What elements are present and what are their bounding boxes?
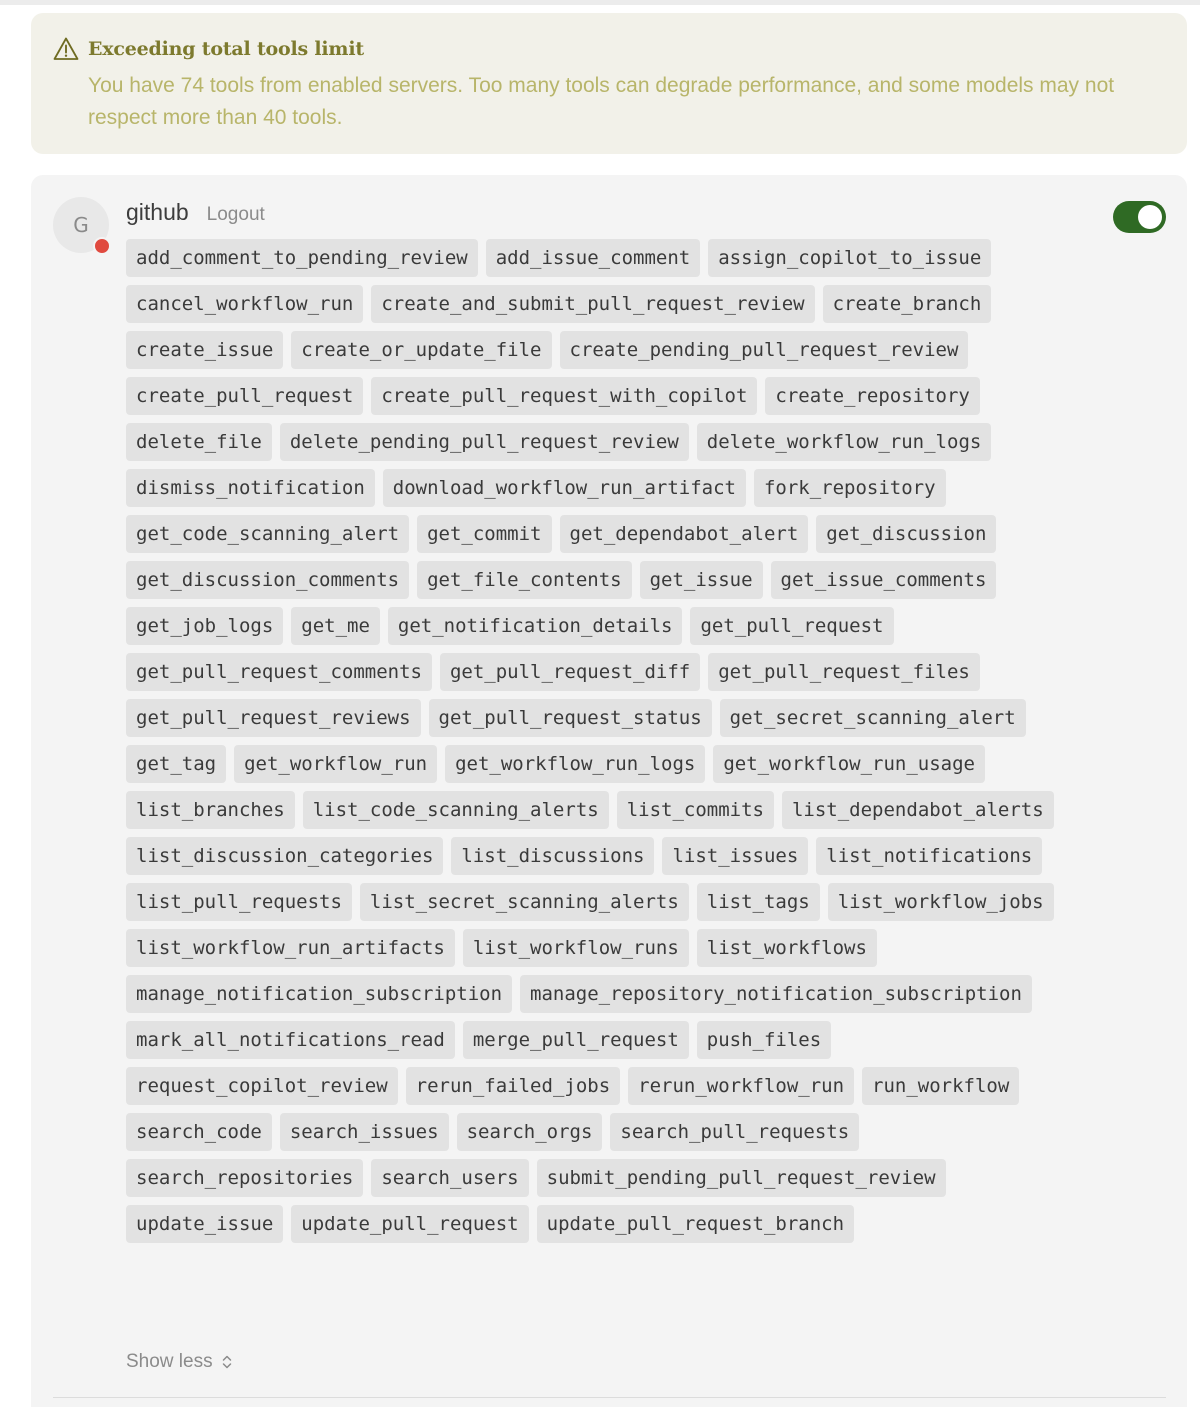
- tool-chip: get_issue_comments: [770, 561, 997, 599]
- tool-chip: update_pull_request_branch: [536, 1205, 855, 1243]
- tool-chip: get_tag: [126, 745, 227, 783]
- tool-chip: get_job_logs: [126, 607, 284, 645]
- tool-chip: update_issue: [126, 1205, 284, 1243]
- tool-chip: get_pull_request_comments: [126, 653, 432, 691]
- tool-chip: manage_notification_subscription: [126, 975, 513, 1013]
- tool-chip: search_issues: [279, 1113, 449, 1151]
- tool-chip: assign_copilot_to_issue: [708, 239, 992, 277]
- show-less-button[interactable]: Show less: [126, 1351, 233, 1373]
- tool-chip: merge_pull_request: [462, 1021, 689, 1059]
- tool-chip: get_pull_request_reviews: [126, 699, 421, 737]
- tool-chip: dismiss_notification: [126, 469, 375, 507]
- tool-chip: request_copilot_review: [126, 1067, 398, 1105]
- tool-chip: get_workflow_run: [234, 745, 438, 783]
- tool-chip: update_pull_request: [291, 1205, 529, 1243]
- tool-chip: get_workflow_run_usage: [713, 745, 985, 783]
- tool-chip: get_pull_request: [690, 607, 894, 645]
- tool-chip: search_repositories: [126, 1159, 364, 1197]
- tool-chip: get_me: [291, 607, 380, 645]
- tool-chip: run_workflow: [862, 1067, 1020, 1105]
- status-error-dot: [93, 237, 111, 255]
- tool-chip: push_files: [696, 1021, 832, 1059]
- tool-chip: list_commits: [616, 791, 774, 829]
- tool-chip: get_dependabot_alert: [559, 515, 809, 553]
- tool-chip: get_code_scanning_alert: [126, 515, 410, 553]
- tool-chip: get_pull_request_files: [708, 653, 980, 691]
- tools-limit-warning: Exceeding total tools limit You have 74 …: [31, 13, 1187, 154]
- warning-message: You have 74 tools from enabled servers. …: [88, 74, 1115, 129]
- server-name: github: [126, 199, 189, 225]
- tool-chip: list_secret_scanning_alerts: [359, 883, 689, 921]
- tool-chip: create_pull_request_with_copilot: [371, 377, 758, 415]
- tool-chip: list_workflow_run_artifacts: [126, 929, 455, 967]
- tool-chip: list_workflow_jobs: [827, 883, 1054, 921]
- tool-chip: cancel_workflow_run: [126, 285, 364, 323]
- tools-list: add_comment_to_pending_review add_issue_c…: [126, 239, 1056, 1243]
- tool-chip: mark_all_notifications_read: [126, 1021, 455, 1059]
- tool-chip: create_issue: [126, 331, 284, 369]
- tool-chip: list_pull_requests: [126, 883, 352, 921]
- card-divider: [53, 1397, 1166, 1398]
- tool-chip: list_workflow_runs: [462, 929, 689, 967]
- tool-chip: delete_file: [126, 423, 272, 461]
- tool-chip: create_repository: [765, 377, 980, 415]
- tool-chip: add_comment_to_pending_review: [126, 239, 478, 277]
- tool-chip: rerun_workflow_run: [628, 1067, 855, 1105]
- tool-chip: create_or_update_file: [291, 331, 552, 369]
- tool-chip: get_commit: [417, 515, 552, 553]
- tool-chip: download_workflow_run_artifact: [382, 469, 746, 507]
- tool-chip: submit_pending_pull_request_review: [536, 1159, 946, 1197]
- tool-chip: get_file_contents: [417, 561, 632, 599]
- top-divider: [0, 0, 1200, 5]
- tool-chip: manage_repository_notification_subscript…: [520, 975, 1032, 1013]
- tool-chip: search_users: [371, 1159, 529, 1197]
- tool-chip: get_workflow_run_logs: [445, 745, 706, 783]
- warning-title: Exceeding total tools limit: [88, 38, 364, 60]
- server-header: github Logout: [126, 199, 265, 226]
- tool-chip: get_secret_scanning_alert: [719, 699, 1026, 737]
- tool-chip: create_pending_pull_request_review: [559, 331, 969, 369]
- tool-chip: list_dependabot_alerts: [781, 791, 1054, 829]
- tool-chip: list_code_scanning_alerts: [302, 791, 609, 829]
- server-enabled-toggle[interactable]: [1113, 201, 1166, 233]
- tool-chip: list_notifications: [816, 837, 1043, 875]
- tool-chip: list_branches: [126, 791, 295, 829]
- tool-chip: get_discussion_comments: [126, 561, 410, 599]
- tool-chip: delete_workflow_run_logs: [696, 423, 992, 461]
- tool-chip: create_pull_request: [126, 377, 364, 415]
- tool-chip: get_pull_request_diff: [439, 653, 701, 691]
- tool-chip: get_issue: [639, 561, 763, 599]
- tool-chip: create_and_submit_pull_request_review: [371, 285, 815, 323]
- tool-chip: search_orgs: [456, 1113, 603, 1151]
- tool-chip: fork_repository: [753, 469, 946, 507]
- tool-chip: delete_pending_pull_request_review: [279, 423, 689, 461]
- logout-link[interactable]: Logout: [207, 204, 265, 226]
- show-less-label: Show less: [126, 1351, 213, 1372]
- tool-chip: list_workflows: [696, 929, 877, 967]
- chevron-up-down-icon: [221, 1353, 233, 1371]
- tool-chip: get_pull_request_status: [428, 699, 712, 737]
- warning-header: Exceeding total tools limit: [53, 35, 1163, 63]
- tool-chip: rerun_failed_jobs: [405, 1067, 621, 1105]
- toggle-knob: [1138, 205, 1162, 229]
- warning-triangle-icon: [53, 36, 79, 62]
- tool-chip: search_pull_requests: [610, 1113, 860, 1151]
- tool-chip: create_branch: [822, 285, 992, 323]
- tool-chip: list_tags: [696, 883, 820, 921]
- server-card-github: G github Logout add_comment_to_pending_r…: [31, 175, 1187, 1407]
- tool-chip: list_issues: [662, 837, 809, 875]
- tool-chip: add_issue_comment: [485, 239, 701, 277]
- tool-chip: get_notification_details: [387, 607, 683, 645]
- tool-chip: list_discussions: [451, 837, 655, 875]
- tool-chip: list_discussion_categories: [126, 837, 444, 875]
- tool-chip: get_discussion: [816, 515, 997, 553]
- tool-chip: search_code: [126, 1113, 272, 1151]
